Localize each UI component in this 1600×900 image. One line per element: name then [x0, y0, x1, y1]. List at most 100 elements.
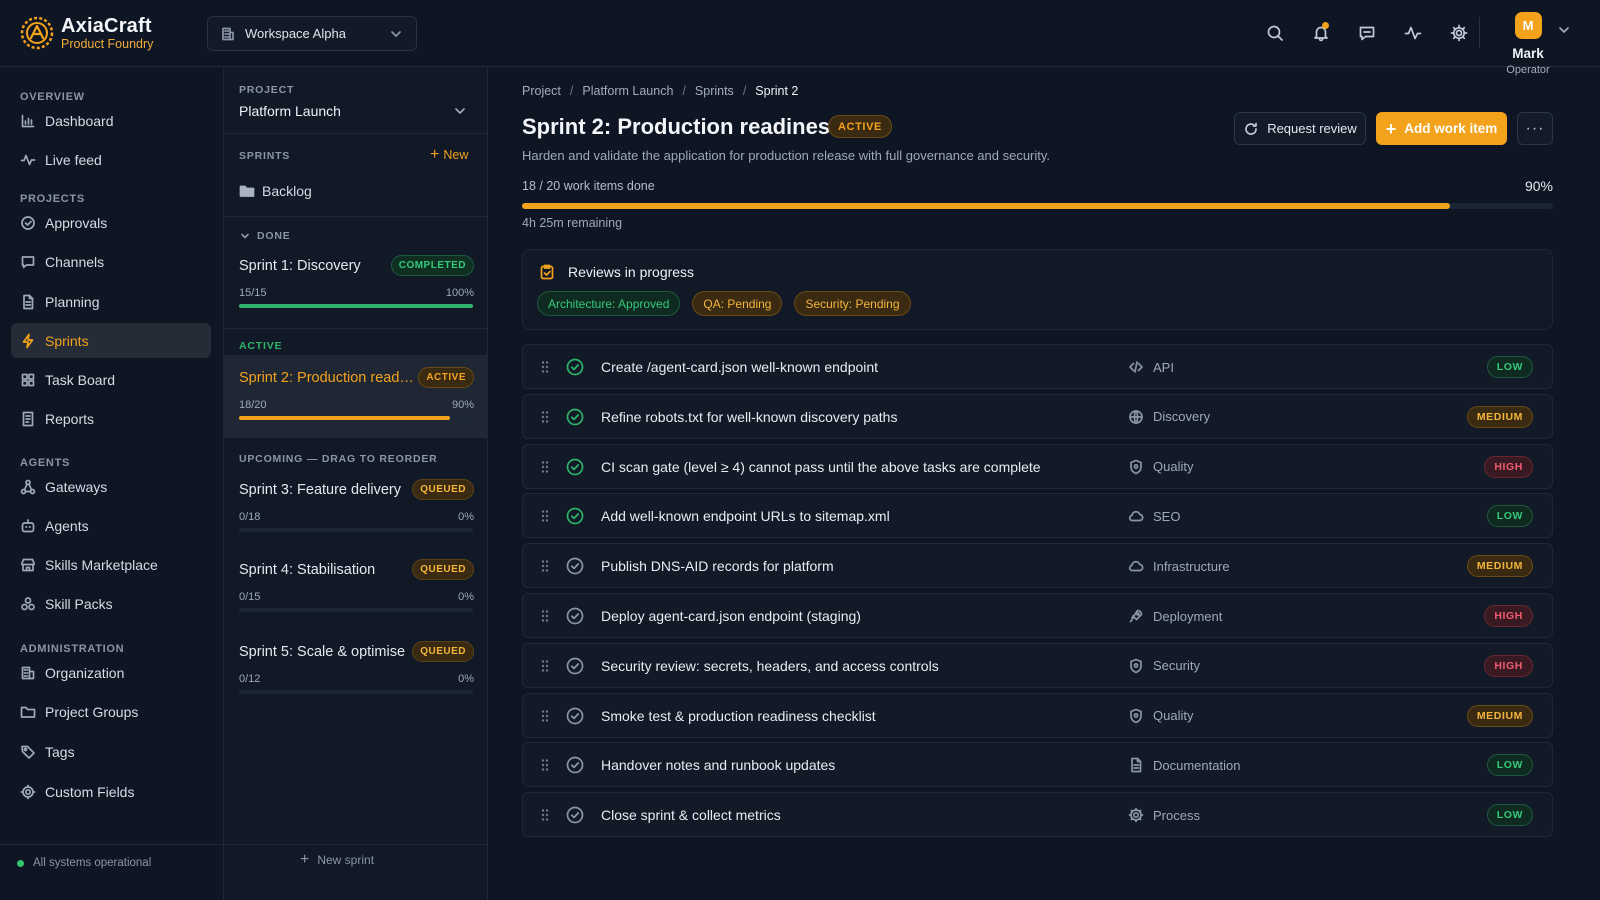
check-circle-done-icon[interactable]: [566, 507, 584, 525]
sidebar-item-approvals[interactable]: Approvals: [11, 205, 211, 240]
code-icon: [1128, 359, 1144, 375]
sidebar-item-dashboard[interactable]: Dashboard: [11, 103, 211, 138]
sidebar-item-agents[interactable]: Agents: [11, 508, 211, 543]
sidebar-item-organization[interactable]: Organization: [11, 655, 211, 690]
activity-button[interactable]: [1390, 20, 1436, 46]
sprint-card-1[interactable]: Sprint 1: Discovery COMPLETED 15/15 100%: [224, 243, 488, 325]
sidebar-item-sprints[interactable]: Sprints: [11, 323, 211, 358]
check-circle-done-icon[interactable]: [566, 458, 584, 476]
drag-handle-icon[interactable]: [537, 459, 553, 475]
status-badge: QUEUED: [412, 479, 474, 500]
sidebar-item-tags[interactable]: Tags: [11, 734, 211, 769]
check-circle-icon[interactable]: [566, 756, 584, 774]
settings-button[interactable]: [1436, 20, 1482, 46]
sprint-card-5[interactable]: Sprint 5: Scale & optimise QUEUED 0/12 0…: [224, 629, 488, 711]
workspace-label: Workspace Alpha: [245, 26, 346, 41]
sidebar-item-project-groups[interactable]: Project Groups: [11, 694, 211, 729]
sidebar-item-skills-marketplace[interactable]: Skills Marketplace: [11, 547, 211, 582]
shield-icon: [1128, 708, 1144, 724]
sprint-card-4[interactable]: Sprint 4: Stabilisation QUEUED 0/15 0%: [224, 547, 488, 629]
work-item-category: Security: [1128, 658, 1200, 674]
group-upcoming-label: UPCOMING — DRAG TO REORDER: [239, 453, 438, 465]
plus-icon: +: [430, 146, 440, 163]
drag-handle-icon[interactable]: [537, 757, 553, 773]
brand[interactable]: AxiaCraft Product Foundry: [18, 14, 153, 52]
category-label: API: [1153, 359, 1174, 375]
globe-icon: [1128, 409, 1144, 425]
check-circle-icon[interactable]: [566, 607, 584, 625]
folder-icon: [239, 183, 255, 199]
work-item-row[interactable]: Add well-known endpoint URLs to sitemap.…: [522, 493, 1553, 539]
work-item-row[interactable]: CI scan gate (level ≥ 4) cannot pass unt…: [522, 443, 1553, 489]
message-icon: [20, 254, 36, 270]
work-item-row[interactable]: Handover notes and runbook updates Docume…: [522, 742, 1553, 788]
workspace-select[interactable]: Workspace Alpha: [207, 16, 417, 51]
review-chip-qa[interactable]: QA: Pending: [692, 291, 783, 316]
work-item-row[interactable]: Publish DNS-AID records for platform Infr…: [522, 543, 1553, 589]
check-circle-icon[interactable]: [566, 557, 584, 575]
search-icon: [1267, 25, 1283, 41]
store-icon: [20, 557, 36, 573]
request-review-button[interactable]: Request review: [1234, 112, 1366, 145]
check-circle-done-icon[interactable]: [566, 358, 584, 376]
sidebar-item-label: Custom Fields: [45, 783, 135, 800]
work-item-row[interactable]: Deploy agent-card.json endpoint (staging…: [522, 593, 1553, 638]
divider: [224, 216, 488, 217]
sidebar-item-live-feed[interactable]: Live feed: [11, 142, 211, 177]
work-item-row[interactable]: Create /agent-card.json well-known endpo…: [522, 344, 1553, 389]
drag-handle-icon[interactable]: [537, 558, 553, 574]
drag-handle-icon[interactable]: [537, 658, 553, 674]
chevron-down-icon[interactable]: [1556, 22, 1572, 38]
work-item-row[interactable]: Security review: secrets, headers, and a…: [522, 642, 1553, 688]
sidebar-item-gateways[interactable]: Gateways: [11, 469, 211, 504]
drag-handle-icon[interactable]: [537, 807, 553, 823]
progress-percent: 90%: [1524, 178, 1553, 194]
check-circle-icon[interactable]: [566, 707, 584, 725]
breadcrumb-link[interactable]: Sprints: [695, 84, 734, 98]
drag-handle-icon[interactable]: [537, 608, 553, 624]
bolt-icon: [20, 333, 36, 349]
sidebar-item-planning[interactable]: Planning: [11, 284, 211, 319]
bot-icon: [20, 518, 36, 534]
check-circle-icon[interactable]: [566, 657, 584, 675]
drag-handle-icon[interactable]: [537, 708, 553, 724]
category-label: Infrastructure: [1153, 558, 1230, 574]
drag-handle-icon[interactable]: [537, 508, 553, 524]
chevron-down-icon[interactable]: [452, 103, 468, 119]
drag-handle-icon[interactable]: [537, 359, 553, 375]
sidebar-item-skill-packs[interactable]: Skill Packs: [11, 586, 211, 621]
page-description: Harden and validate the application for …: [522, 148, 1051, 163]
sidebar-item-channels[interactable]: Channels: [11, 244, 211, 279]
new-sprint-footer-button[interactable]: + New sprint: [300, 851, 374, 869]
check-circle-icon[interactable]: [566, 806, 584, 824]
network-icon: [20, 479, 36, 495]
add-work-item-button[interactable]: + Add work item: [1376, 112, 1507, 145]
sidebar-item-task-board[interactable]: Task Board: [11, 362, 211, 397]
sprint-card-2[interactable]: Sprint 2: Production readiness ACTIVE 18…: [224, 355, 488, 437]
drag-handle-icon[interactable]: [537, 409, 553, 425]
sprint-card-3[interactable]: Sprint 3: Feature delivery QUEUED 0/18 0…: [224, 467, 488, 549]
sidebar-item-custom-fields[interactable]: Custom Fields: [11, 774, 211, 809]
more-options-button[interactable]: ···: [1517, 112, 1553, 145]
backlog-item[interactable]: Backlog: [239, 183, 312, 199]
sidebar-item-reports[interactable]: Reports: [11, 401, 211, 436]
work-item-row[interactable]: Close sprint & collect metrics Process LOW: [522, 792, 1553, 838]
sidebar-item-label: Dashboard: [45, 112, 114, 129]
shield-icon: [1128, 658, 1144, 674]
activity-icon: [1404, 26, 1422, 40]
work-item-row[interactable]: Smoke test & production readiness checkl…: [522, 692, 1553, 738]
work-item-row[interactable]: Refine robots.txt for well-known discove…: [522, 393, 1553, 439]
notifications-button[interactable]: [1298, 20, 1344, 46]
review-chip-architecture[interactable]: Architecture: Approved: [537, 291, 681, 316]
review-chip-security[interactable]: Security: Pending: [794, 291, 911, 316]
messages-button[interactable]: [1344, 20, 1390, 46]
sprint-name: Sprint 2: Production readiness: [239, 370, 417, 386]
breadcrumb-link[interactable]: Platform Launch: [582, 84, 673, 98]
new-sprint-button[interactable]: + New: [430, 146, 468, 163]
check-circle-done-icon[interactable]: [566, 408, 584, 426]
group-done-toggle[interactable]: DONE: [239, 230, 291, 242]
search-button[interactable]: [1252, 20, 1298, 46]
project-select[interactable]: Platform Launch: [239, 103, 341, 119]
breadcrumb-link[interactable]: Project: [522, 84, 561, 98]
work-item-category: Process: [1128, 807, 1200, 823]
